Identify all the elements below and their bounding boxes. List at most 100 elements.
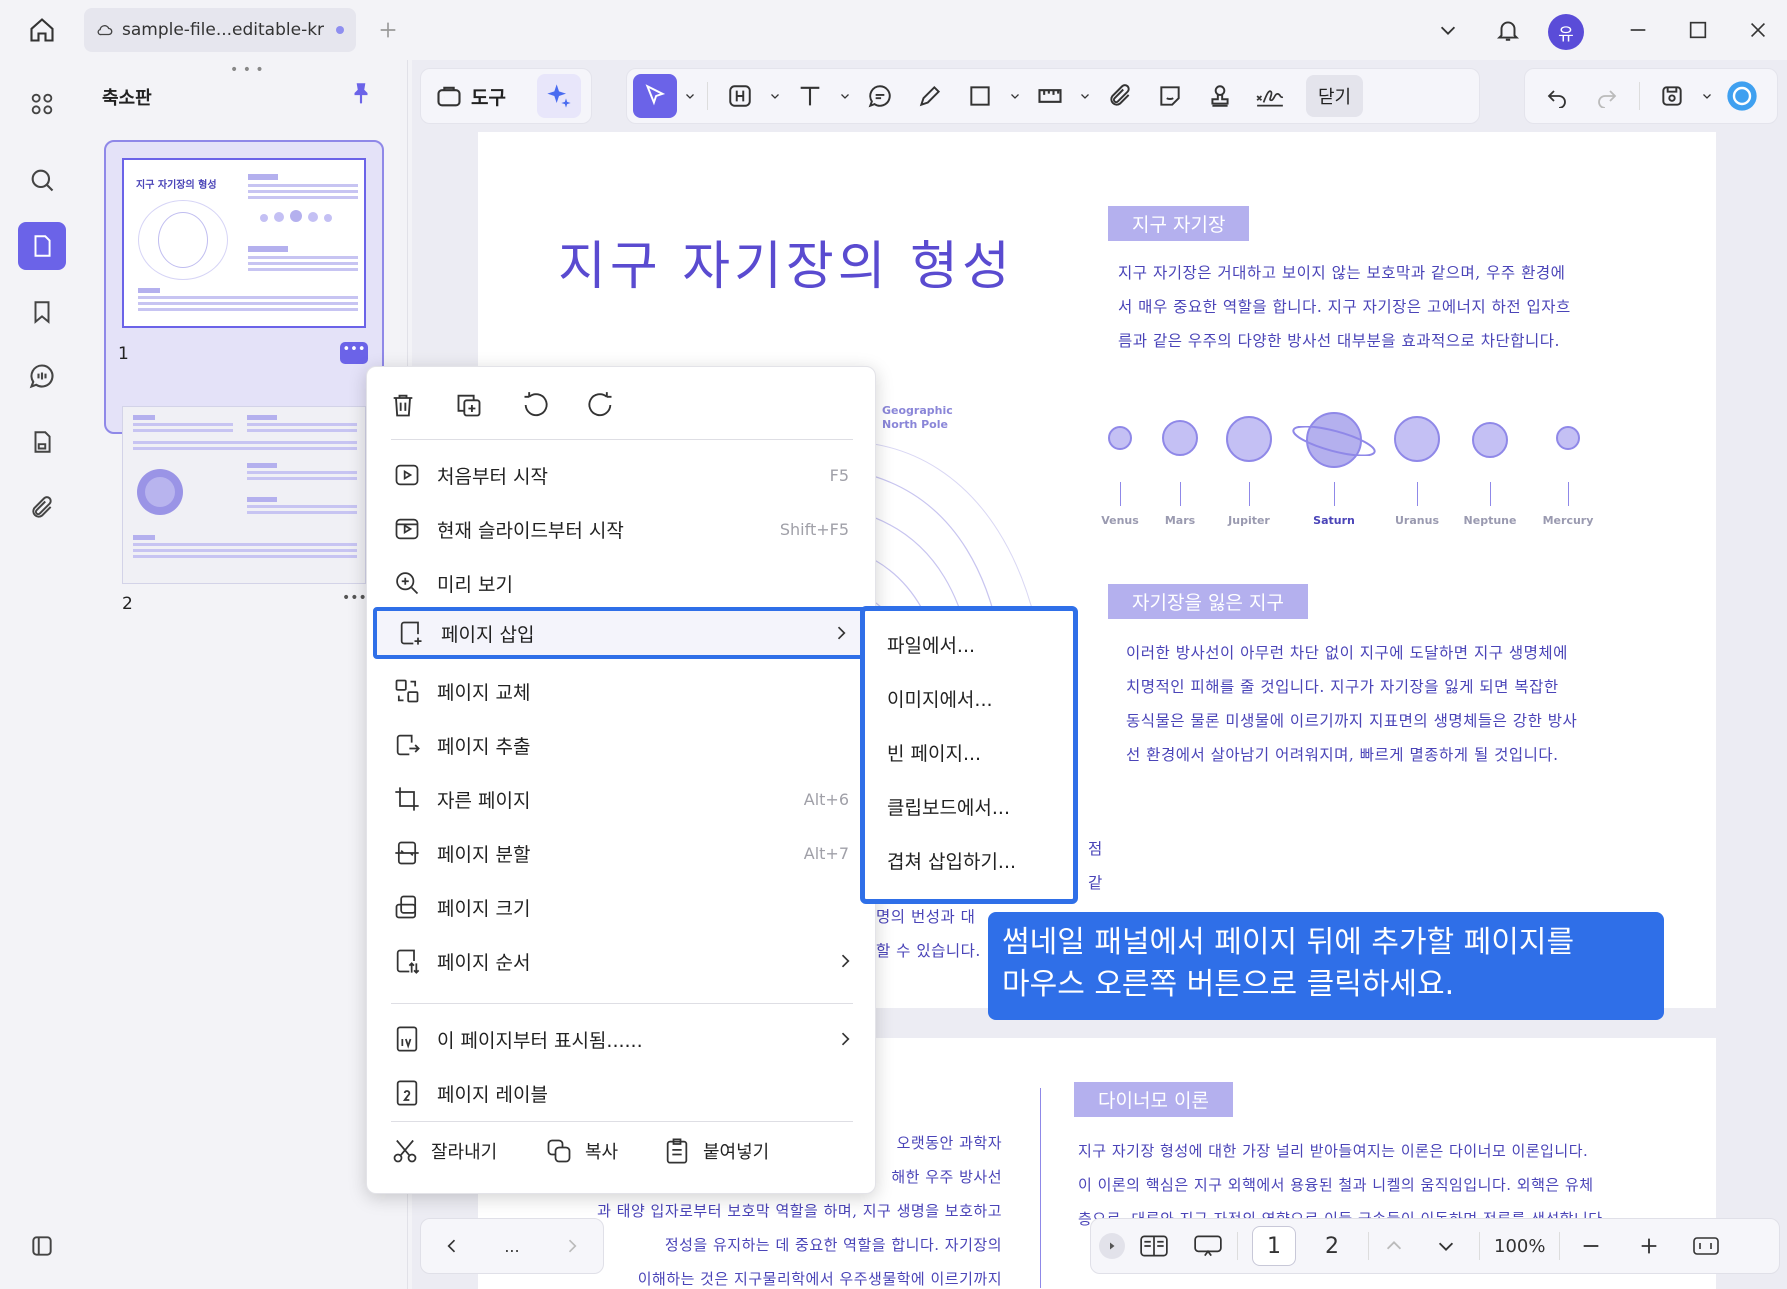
undo-icon[interactable] <box>1535 74 1579 118</box>
chevron-down-icon[interactable] <box>683 90 697 102</box>
sticker-icon[interactable] <box>1148 74 1192 118</box>
submenu-item-overlay-insert[interactable]: 겹쳐 삽입하기... <box>887 847 1016 874</box>
signature-icon[interactable] <box>1248 74 1292 118</box>
sidebar-toggle-icon[interactable] <box>18 1222 66 1270</box>
menu-item-label: 페이지 교체 <box>437 681 531 704</box>
presentation-icon[interactable] <box>1193 1233 1223 1259</box>
highlight-icon[interactable] <box>718 74 762 118</box>
planet-jupiter <box>1226 416 1272 462</box>
chevron-down-icon[interactable] <box>1078 90 1092 102</box>
menu-item-preview[interactable]: 미리 보기 <box>373 557 871 609</box>
thumbnails-icon[interactable] <box>18 222 66 270</box>
chevron-down-icon[interactable] <box>1435 1235 1457 1257</box>
page-button-1[interactable]: 1 <box>1252 1226 1296 1266</box>
thumbnail-page-2[interactable] <box>122 406 366 584</box>
chevron-down-icon[interactable] <box>1426 8 1470 52</box>
rotate-right-icon[interactable] <box>583 387 619 423</box>
menu-item-page-size[interactable]: 페이지 크기 <box>373 881 871 933</box>
text-line: 서 매우 중요한 역할을 합니다. 지구 자기장은 고에너지 하전 입자흐 <box>1118 298 1571 316</box>
thumbnail-more-button[interactable]: ••• <box>342 590 367 606</box>
maximize-icon[interactable] <box>1676 8 1720 52</box>
avatar[interactable]: 유 <box>1548 14 1584 50</box>
menu-item-crop-page[interactable]: 자른 페이지 Alt+6 <box>373 773 871 825</box>
rotate-left-icon[interactable] <box>517 387 553 423</box>
minimize-icon[interactable] <box>1616 8 1660 52</box>
menu-item-extract-page[interactable]: 페이지 추출 <box>373 719 871 771</box>
document-tab[interactable]: sample-file...editable-kr <box>84 8 356 52</box>
menu-item-start-from-current[interactable]: 현재 슬라이드부터 시작 Shift+F5 <box>373 503 871 555</box>
chevron-right-icon[interactable] <box>562 1236 582 1256</box>
attachment-icon[interactable] <box>18 484 66 532</box>
tools-button[interactable]: 도구 <box>421 82 537 110</box>
paste-button[interactable]: 붙여넣기 <box>663 1137 769 1165</box>
trash-icon[interactable] <box>385 387 421 423</box>
menu-item-split-page[interactable]: 페이지 분할 Alt+7 <box>373 827 871 879</box>
ai-sparkle-icon[interactable] <box>537 74 581 118</box>
chevron-right-icon <box>835 1029 855 1049</box>
menu-item-insert-page[interactable]: 페이지 삽입 <box>373 607 871 659</box>
planet-label: Uranus <box>1395 514 1439 527</box>
search-icon[interactable] <box>18 156 66 204</box>
bookmark-icon[interactable] <box>18 288 66 336</box>
section-heading: 자기장을 잃은 지구 <box>1108 584 1308 619</box>
cut-button[interactable]: 잘라내기 <box>391 1137 497 1165</box>
submenu-item-from-clipboard[interactable]: 클립보드에서... <box>887 793 1010 820</box>
copy-button[interactable]: 복사 <box>545 1137 618 1165</box>
two-page-view-icon[interactable] <box>1139 1233 1169 1259</box>
chevron-up-icon[interactable] <box>1383 1235 1405 1257</box>
chevron-left-icon[interactable] <box>442 1236 462 1256</box>
rectangle-icon[interactable] <box>958 74 1002 118</box>
chevron-right-icon <box>831 623 851 643</box>
menu-item-page-order[interactable]: 페이지 순서 <box>373 935 871 987</box>
duplicate-icon[interactable] <box>451 387 487 423</box>
thumbnail-card-1[interactable]: 지구 자기장의 형성 1 ••• <box>104 140 384 434</box>
copy-icon <box>545 1137 573 1165</box>
redo-icon[interactable] <box>1585 74 1629 118</box>
comment-icon[interactable] <box>18 352 66 400</box>
chevron-down-icon[interactable] <box>1008 90 1022 102</box>
zoom-in-icon[interactable] <box>1638 1235 1660 1257</box>
actual-size-icon[interactable] <box>1692 1234 1720 1258</box>
thumbnail-more-button[interactable]: ••• <box>340 342 368 364</box>
text-icon[interactable] <box>788 74 832 118</box>
home-icon[interactable] <box>20 8 64 52</box>
chevron-down-icon[interactable] <box>768 90 782 102</box>
more-pages[interactable]: ... <box>504 1237 519 1256</box>
new-tab-plus-icon[interactable] <box>366 8 410 52</box>
planet-tick <box>1568 482 1569 506</box>
menu-item-label: 페이지 삽입 <box>441 623 535 646</box>
submenu-item-blank-page[interactable]: 빈 페이지... <box>887 739 981 766</box>
pin-icon[interactable] <box>348 80 374 106</box>
stamp-icon[interactable] <box>1198 74 1242 118</box>
paperclip-icon[interactable] <box>1098 74 1142 118</box>
menu-item-start-from-beginning[interactable]: 처음부터 시작 F5 <box>373 449 871 501</box>
apps-grid-icon[interactable] <box>18 80 66 128</box>
ruler-icon[interactable] <box>1028 74 1072 118</box>
zoom-out-icon[interactable] <box>1580 1235 1602 1257</box>
comment-bubble-icon[interactable] <box>858 74 902 118</box>
page-button-2[interactable]: 2 <box>1310 1226 1354 1266</box>
bell-icon[interactable] <box>1486 8 1530 52</box>
submenu-item-from-file[interactable]: 파일에서... <box>887 631 975 658</box>
chevron-down-icon[interactable] <box>838 90 852 102</box>
ai-assistant-icon[interactable] <box>1720 74 1764 118</box>
planet-label: Neptune <box>1463 514 1517 527</box>
chevron-down-icon[interactable] <box>1700 90 1714 102</box>
document-icon[interactable] <box>18 418 66 466</box>
tooltip-line: 마우스 오른쪽 버튼으로 클릭하세요. <box>1002 967 1455 1002</box>
diagram-label-line: Geographic <box>882 404 953 417</box>
pen-icon[interactable] <box>908 74 952 118</box>
menu-item-label: 이 페이지부터 표시됨...... <box>437 1029 643 1052</box>
thumbnail-page-number: 1 <box>118 344 129 364</box>
close-icon[interactable] <box>1736 8 1780 52</box>
close-edit-button[interactable]: 닫기 <box>1306 75 1364 117</box>
menu-item-page-label[interactable]: 페이지 레이블 <box>373 1067 871 1119</box>
zoom-level[interactable]: 100% <box>1494 1236 1545 1257</box>
save-icon[interactable] <box>1650 74 1694 118</box>
menu-item-replace-page[interactable]: 페이지 교체 <box>373 665 871 717</box>
submenu-item-from-image[interactable]: 이미지에서... <box>887 685 993 712</box>
select-cursor-icon[interactable] <box>633 74 677 118</box>
collapse-icon[interactable] <box>1099 1233 1125 1259</box>
menu-item-display-from-page[interactable]: 이 페이지부터 표시됨...... <box>373 1013 871 1065</box>
drag-handle-icon[interactable]: • • • <box>230 62 264 78</box>
